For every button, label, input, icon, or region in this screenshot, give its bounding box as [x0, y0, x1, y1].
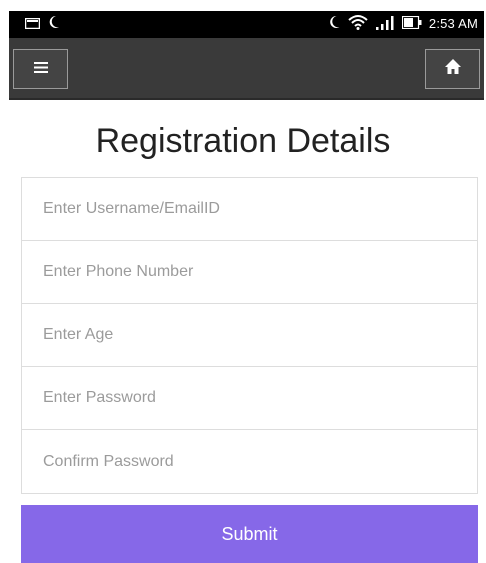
- password-field[interactable]: [22, 367, 477, 430]
- status-bar: 2:53 AM: [9, 11, 484, 38]
- moon-icon: [328, 15, 341, 32]
- confirm-password-field[interactable]: [22, 430, 477, 493]
- username-email-field[interactable]: [22, 178, 477, 241]
- status-time: 2:53 AM: [428, 16, 478, 31]
- toolbar: [9, 38, 484, 100]
- message-icon: [24, 16, 41, 34]
- phone-number-field[interactable]: [22, 241, 477, 304]
- age-field[interactable]: [22, 304, 477, 367]
- moon-icon: [48, 15, 60, 34]
- menu-button[interactable]: [13, 49, 68, 89]
- wifi-icon: [348, 14, 368, 33]
- hamburger-menu-icon: [33, 60, 48, 78]
- home-button[interactable]: [425, 49, 480, 89]
- home-icon: [444, 59, 461, 79]
- page-title: Registration Details: [95, 122, 391, 160]
- signal-icon: [375, 15, 395, 33]
- battery-icon: [401, 15, 422, 32]
- registration-form: [21, 177, 478, 494]
- submit-button[interactable]: Submit: [21, 505, 478, 563]
